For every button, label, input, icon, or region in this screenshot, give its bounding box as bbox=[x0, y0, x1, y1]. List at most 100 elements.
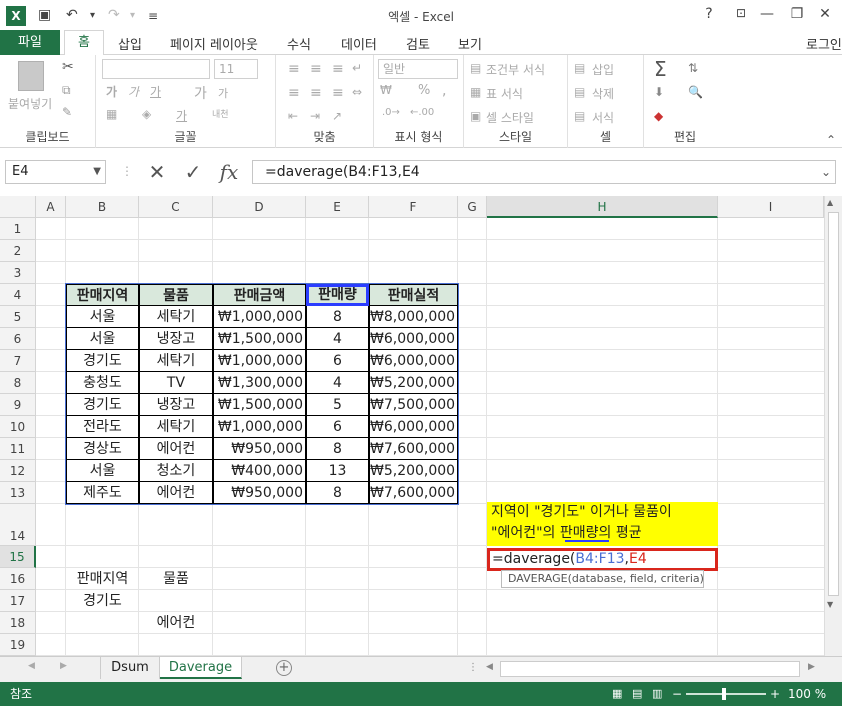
table-cell[interactable]: 4 bbox=[306, 372, 369, 394]
add-sheet-icon[interactable]: + bbox=[276, 660, 292, 676]
close-button[interactable]: ✕ bbox=[814, 6, 836, 22]
row-header-3[interactable]: 3 bbox=[0, 262, 36, 284]
number-format-combo[interactable]: 일반 bbox=[378, 59, 458, 79]
find-select-icon[interactable]: 🔍 bbox=[688, 85, 703, 99]
percent-button[interactable]: % bbox=[418, 83, 430, 98]
table-cell[interactable]: 냉장고 bbox=[139, 328, 213, 350]
table-cell[interactable]: ₩1,000,000 bbox=[213, 350, 306, 372]
fill-color-icon[interactable]: ◈ bbox=[142, 107, 151, 121]
row-header-1[interactable]: 1 bbox=[0, 218, 36, 240]
autosum-icon[interactable]: Σ bbox=[654, 57, 667, 81]
cut-icon[interactable]: ✂ bbox=[62, 59, 74, 75]
row-header-4[interactable]: 4 bbox=[0, 284, 36, 306]
format-as-table-icon[interactable]: ▦ bbox=[470, 85, 481, 99]
table-header-cell[interactable]: 판매금액 bbox=[213, 284, 306, 306]
column-header-d[interactable]: D bbox=[213, 196, 306, 218]
merge-icon[interactable]: ⇔ bbox=[352, 85, 362, 99]
sign-in-link[interactable]: 로그인 bbox=[806, 34, 842, 53]
format-cells-button[interactable]: 서식 bbox=[592, 109, 614, 126]
vertical-scrollbar[interactable]: ▲ ▼ bbox=[824, 196, 842, 656]
align-center-icon[interactable]: ≡ bbox=[310, 85, 322, 101]
indent-icon[interactable]: ⇤ bbox=[288, 109, 298, 123]
row-header-19[interactable]: 19 bbox=[0, 634, 36, 656]
customize-toolbar-icon[interactable]: ≡ bbox=[148, 9, 158, 23]
zoom-slider[interactable] bbox=[686, 693, 766, 695]
align-bottom-icon[interactable]: ≡ bbox=[332, 61, 344, 77]
formula-input[interactable]: =daverage(B4:F13,E4 ⌄ bbox=[252, 160, 836, 184]
row-header-5[interactable]: 5 bbox=[0, 306, 36, 328]
column-header-i[interactable]: I bbox=[718, 196, 824, 218]
table-cell[interactable]: 경기도 bbox=[66, 394, 139, 416]
table-cell[interactable]: ₩7,600,000 bbox=[369, 482, 458, 504]
table-cell[interactable]: 세탁기 bbox=[139, 306, 213, 328]
scroll-down-icon[interactable]: ▼ bbox=[827, 600, 833, 609]
row-header-6[interactable]: 6 bbox=[0, 328, 36, 350]
column-header-g[interactable]: G bbox=[458, 196, 487, 218]
comma-button[interactable]: , bbox=[442, 83, 446, 99]
fill-icon[interactable]: ⬇ bbox=[654, 85, 664, 99]
table-cell[interactable]: ₩6,000,000 bbox=[369, 350, 458, 372]
delete-cells-icon[interactable]: ▤ bbox=[574, 85, 585, 99]
shrink-font-button[interactable]: 가 bbox=[218, 85, 228, 101]
table-cell[interactable]: 세탁기 bbox=[139, 350, 213, 372]
row-header-8[interactable]: 8 bbox=[0, 372, 36, 394]
save-icon[interactable]: ▣ bbox=[38, 7, 51, 23]
help-button[interactable]: ? bbox=[698, 6, 720, 22]
table-cell[interactable]: ₩400,000 bbox=[213, 460, 306, 482]
cell-styles-button[interactable]: 셀 스타일 bbox=[486, 109, 534, 126]
zoom-in-icon[interactable]: + bbox=[770, 682, 780, 706]
paste-icon[interactable] bbox=[18, 61, 44, 91]
italic-button[interactable]: 가 bbox=[128, 83, 139, 100]
row-header-2[interactable]: 2 bbox=[0, 240, 36, 262]
table-cell[interactable]: ₩1,500,000 bbox=[213, 328, 306, 350]
tab-split-icon[interactable]: ⋮ bbox=[468, 662, 478, 673]
tab-review[interactable]: 검토 bbox=[406, 34, 430, 53]
minimize-button[interactable]: — bbox=[756, 6, 778, 22]
table-cell[interactable]: ₩7,500,000 bbox=[369, 394, 458, 416]
row-header-17[interactable]: 17 bbox=[0, 590, 36, 612]
underline-button[interactable]: 가 bbox=[150, 83, 161, 100]
table-cell[interactable]: ₩7,600,000 bbox=[369, 438, 458, 460]
decrease-decimal-icon[interactable]: ←.00 bbox=[410, 107, 434, 118]
select-all-corner[interactable] bbox=[0, 196, 36, 218]
normal-view-icon[interactable]: ▦ bbox=[612, 682, 622, 706]
table-cell[interactable]: 6 bbox=[306, 416, 369, 438]
outdent-icon[interactable]: ⇥ bbox=[310, 109, 320, 123]
conditional-format-button[interactable]: 조건부 서식 bbox=[486, 61, 545, 78]
table-cell[interactable]: ₩5,200,000 bbox=[369, 372, 458, 394]
table-cell[interactable]: 제주도 bbox=[66, 482, 139, 504]
column-header-f[interactable]: F bbox=[369, 196, 458, 218]
table-cell[interactable]: ₩5,200,000 bbox=[369, 460, 458, 482]
tab-page-layout[interactable]: 페이지 레이아웃 bbox=[170, 34, 258, 53]
table-cell[interactable]: 세탁기 bbox=[139, 416, 213, 438]
criteria-header-item[interactable]: 물품 bbox=[139, 568, 213, 590]
sheet-tab-daverage[interactable]: Daverage bbox=[160, 657, 242, 679]
column-header-b[interactable]: B bbox=[66, 196, 139, 218]
restore-button[interactable]: ❐ bbox=[786, 6, 808, 22]
spreadsheet-grid[interactable]: ABCDEFGHI 1 2 3 4 5 6 7 8 9 10 11 12 13 14 15 16 17 18 19 … bbox=[0, 196, 824, 656]
row-header-15[interactable]: 15 bbox=[0, 546, 36, 568]
clear-icon[interactable]: ◆ bbox=[654, 109, 663, 123]
bold-button[interactable]: 가 bbox=[106, 83, 117, 100]
table-cell[interactable]: 에어컨 bbox=[139, 482, 213, 504]
currency-icon[interactable]: ₩ bbox=[380, 83, 392, 97]
tab-file[interactable]: 파일 bbox=[0, 30, 60, 55]
hscroll-right-icon[interactable]: ▶ bbox=[808, 662, 815, 672]
prev-sheet-icon[interactable]: ◀ bbox=[28, 661, 35, 671]
editing-cell-h15[interactable]: =daverage(B4:F13,E4 bbox=[487, 548, 718, 571]
undo-icon[interactable]: ↶ bbox=[66, 7, 78, 23]
grow-font-button[interactable]: 가 bbox=[194, 83, 207, 103]
table-cell[interactable]: 서울 bbox=[66, 328, 139, 350]
font-name-combo[interactable] bbox=[102, 59, 210, 79]
insert-cells-button[interactable]: 삽입 bbox=[592, 61, 614, 78]
conditional-format-icon[interactable]: ▤ bbox=[470, 61, 481, 75]
table-cell[interactable]: 경기도 bbox=[66, 350, 139, 372]
table-cell[interactable]: 서울 bbox=[66, 460, 139, 482]
row-header-16[interactable]: 16 bbox=[0, 568, 36, 590]
note-box[interactable]: 지역이 "경기도" 이거나 물품이 "에어컨"의 판매량의 평균 bbox=[487, 502, 718, 546]
zoom-out-icon[interactable]: − bbox=[672, 682, 682, 706]
table-header-cell[interactable]: 판매지역 bbox=[66, 284, 139, 306]
table-cell[interactable]: 충청도 bbox=[66, 372, 139, 394]
row-header-12[interactable]: 12 bbox=[0, 460, 36, 482]
row-header-10[interactable]: 10 bbox=[0, 416, 36, 438]
